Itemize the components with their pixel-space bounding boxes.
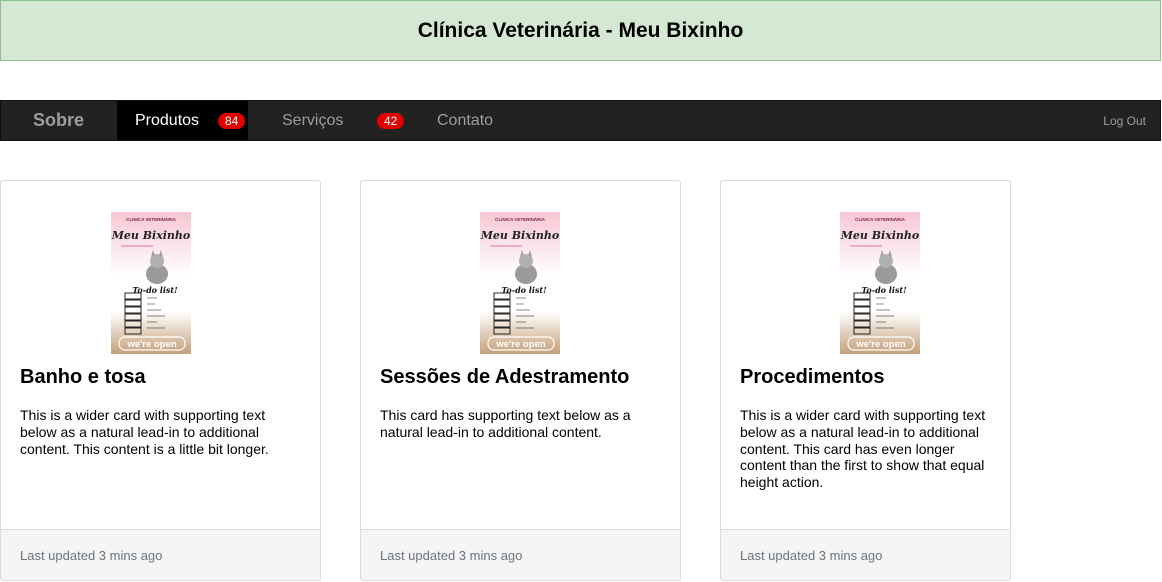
service-card: CLINICA VETERINÁRIA Meu Bixinho To-do li… bbox=[720, 180, 1011, 581]
svg-text:CLINICA VETERINÁRIA: CLINICA VETERINÁRIA bbox=[495, 216, 546, 222]
card-title: Banho e tosa bbox=[20, 366, 146, 388]
svg-text:Meu Bixinho: Meu Bixinho bbox=[840, 229, 919, 242]
card-footer: Last updated 3 mins ago bbox=[361, 529, 680, 580]
navbar: Sobre Produtos 84 Serviços 42 Contato Lo… bbox=[0, 100, 1161, 141]
svg-text:CLINICA VETERINÁRIA: CLINICA VETERINÁRIA bbox=[126, 216, 177, 222]
card-title: Sessões de Adestramento bbox=[380, 366, 630, 388]
svg-text:CLINICA VETERINÁRIA: CLINICA VETERINÁRIA bbox=[855, 216, 906, 222]
svg-text:we're open: we're open bbox=[495, 339, 545, 350]
service-card: CLINICA VETERINÁRIA Meu Bixinho To-do li… bbox=[0, 180, 321, 581]
card-title: Procedimentos bbox=[740, 366, 885, 388]
card-poster-image: CLINICA VETERINÁRIA Meu Bixinho To-do li… bbox=[840, 212, 920, 354]
card-text: This card has supporting text below as a… bbox=[380, 407, 631, 440]
svg-text:we're open: we're open bbox=[855, 339, 905, 350]
svg-text:Meu Bixinho: Meu Bixinho bbox=[111, 229, 190, 242]
nav-item-produtos[interactable]: Produtos 84 bbox=[117, 101, 248, 140]
svg-text:To-do list!: To-do list! bbox=[501, 285, 547, 295]
logout-link[interactable]: Log Out bbox=[1103, 101, 1146, 140]
page-title: Clínica Veterinária - Meu Bixinho bbox=[417, 18, 744, 42]
svg-text:To-do list!: To-do list! bbox=[861, 285, 907, 295]
card-poster-image: CLINICA VETERINÁRIA Meu Bixinho To-do li… bbox=[480, 212, 560, 354]
page-header: Clínica Veterinária - Meu Bixinho bbox=[0, 0, 1161, 61]
card-text: This is a wider card with supporting tex… bbox=[20, 407, 269, 457]
count-badge: 84 bbox=[218, 113, 246, 129]
card-text: This is a wider card with supporting tex… bbox=[740, 407, 986, 491]
card-footer: Last updated 3 mins ago bbox=[1, 529, 320, 580]
nav-item-servicos[interactable]: Serviços bbox=[282, 101, 343, 140]
service-card: CLINICA VETERINÁRIA Meu Bixinho To-do li… bbox=[360, 180, 681, 581]
svg-text:we're open: we're open bbox=[126, 339, 176, 350]
count-badge: 42 bbox=[377, 113, 405, 129]
svg-text:Meu Bixinho: Meu Bixinho bbox=[480, 229, 559, 242]
svg-text:To-do list!: To-do list! bbox=[132, 285, 178, 295]
nav-brand-sobre[interactable]: Sobre bbox=[33, 101, 84, 140]
nav-item-contato[interactable]: Contato bbox=[437, 101, 493, 140]
nav-item-label: Produtos bbox=[135, 111, 200, 129]
card-poster-image: CLINICA VETERINÁRIA Meu Bixinho To-do li… bbox=[111, 212, 191, 354]
card-footer: Last updated 3 mins ago bbox=[721, 529, 1010, 580]
